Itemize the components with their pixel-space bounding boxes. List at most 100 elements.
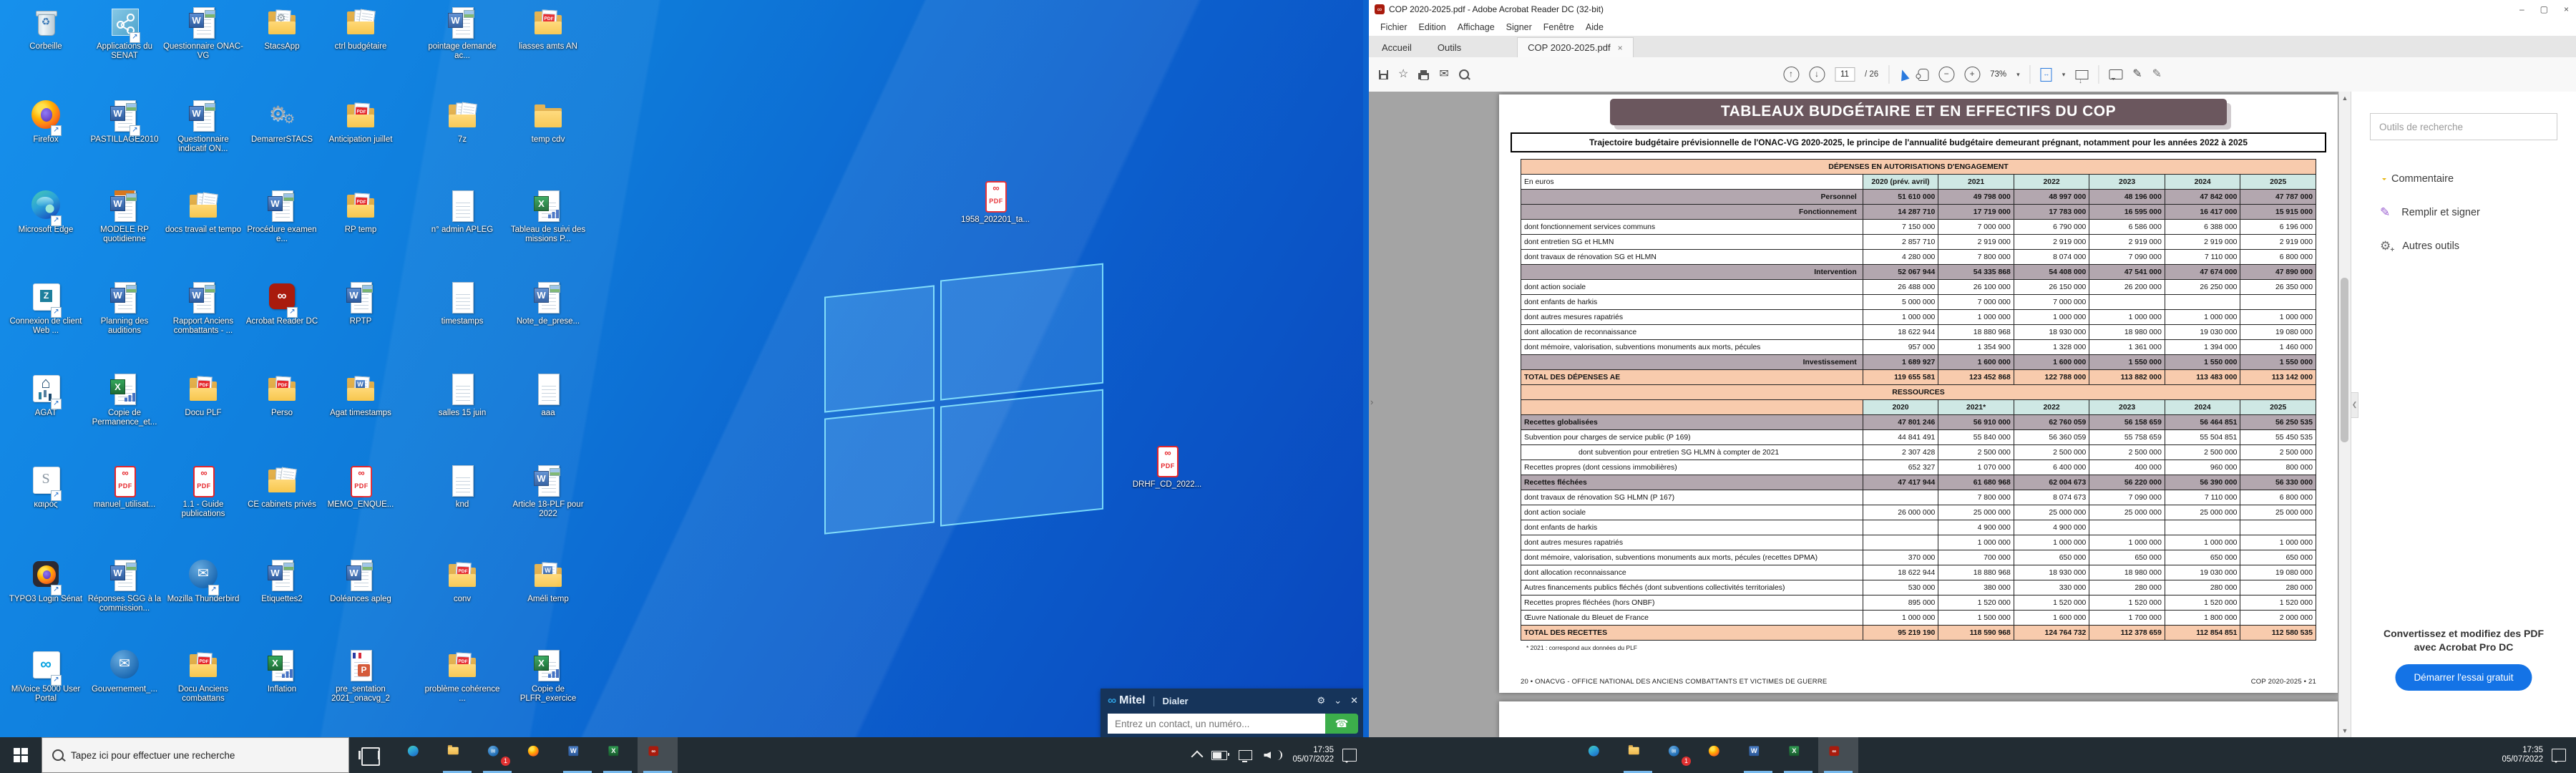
taskbar-thunderbird-icon[interactable]: ✉1	[1658, 737, 1698, 773]
page-number-input[interactable]: 11	[1835, 67, 1855, 82]
fit-dropdown-icon[interactable]: ▾	[2062, 71, 2066, 79]
desktop-icon[interactable]: ⚙⚙DemarrerSTACS	[242, 99, 322, 145]
zoom-in-icon[interactable]: +	[1964, 67, 1980, 82]
find-icon[interactable]	[1459, 69, 1469, 79]
taskbar-word-icon[interactable]: W	[1738, 737, 1778, 773]
taskbar-search-input[interactable]: Tapez ici pour effectuer une recherche	[42, 737, 349, 773]
acrobat-titlebar[interactable]: ∞ COP 2020-2025.pdf - Adobe Acrobat Read…	[1369, 0, 2576, 19]
desktop-icon[interactable]: WAméli temp	[508, 558, 588, 604]
desktop-icon[interactable]: WRéponses SGG à la commission...	[84, 558, 165, 613]
menu-item[interactable]: Fenêtre	[1543, 22, 1574, 32]
desktop-icon[interactable]: XCopie de PLFR_exercice	[508, 648, 588, 704]
taskbar-acrobat-icon[interactable]: ∞	[638, 737, 678, 773]
desktop-icon[interactable]: XInflation	[242, 648, 322, 694]
desktop-icon[interactable]: WPlanning des auditions	[84, 281, 165, 336]
desktop-icon[interactable]: PDFliasses amts AN	[508, 6, 588, 52]
nav-pane-toggle-icon[interactable]: ›	[1370, 397, 1373, 407]
desktop-icon[interactable]: n° admin APLEG	[422, 189, 502, 235]
clock[interactable]: 17:3505/07/2022	[1292, 746, 1334, 764]
desktop-icon[interactable]: PDFAnticipation juillet	[321, 99, 401, 145]
desktop-icon[interactable]: W↗PASTILLAGE2010	[84, 99, 165, 145]
close-button[interactable]: ×	[2564, 4, 2569, 14]
taskbar-firefox-icon[interactable]	[1698, 737, 1738, 773]
start-trial-button[interactable]: Démarrer l'essai gratuit	[2395, 664, 2532, 691]
menu-item[interactable]: Affichage	[1458, 22, 1495, 32]
desktop-icon[interactable]: ↗TYPO3 Login Sénat	[6, 558, 86, 604]
desktop-icon[interactable]: ∞PDFDRHF_CD_2022...	[1127, 444, 1207, 490]
taskbar-acrobat-icon[interactable]: ∞	[1818, 737, 1858, 773]
desktop-icon[interactable]: CE cabinets privés	[242, 464, 322, 510]
clock-2[interactable]: 17:3505/07/2022	[2502, 746, 2543, 764]
desktop-icon[interactable]: ↗Microsoft Edge	[6, 189, 86, 235]
menu-item[interactable]: Aide	[1586, 22, 1604, 32]
zoom-dropdown-icon[interactable]: ▾	[2016, 71, 2020, 79]
hand-tool-icon[interactable]	[1918, 69, 1928, 81]
desktop-icon[interactable]: WArticle 18-PLF pour 2022	[508, 464, 588, 519]
taskbar-edge-icon[interactable]	[397, 737, 437, 773]
desktop-icon[interactable]: XTableau de suivi des missions P...	[508, 189, 588, 244]
scroll-up-icon[interactable]: ▲	[2339, 94, 2351, 102]
desktop-icon[interactable]: WQuestionnaire ONAC-VG	[163, 6, 243, 61]
comment-tool-icon[interactable]	[2109, 69, 2122, 79]
print-icon[interactable]	[1418, 73, 1429, 79]
star-favorites-icon[interactable]: ☆	[1398, 69, 1408, 80]
taskbar-firefox-icon[interactable]	[517, 737, 557, 773]
desktop-icon[interactable]: WRPTP	[321, 281, 401, 326]
desktop-icon[interactable]: PDFDocu Anciens combattans	[163, 648, 243, 704]
desktop-icon[interactable]: WEtiquettes2	[242, 558, 322, 604]
desktop-icon[interactable]: WProcédure examen e...	[242, 189, 322, 244]
desktop-icon[interactable]: PDFconv	[422, 558, 502, 604]
signature-icon[interactable]: ✎	[2152, 69, 2162, 80]
desktop-icon[interactable]: WDoléances apleg	[321, 558, 401, 604]
desktop-icon[interactable]: aaa	[508, 372, 588, 418]
desktop-icon[interactable]: PDFDocu PLF	[163, 372, 243, 418]
mitel-collapse-icon[interactable]: ⌄	[1334, 695, 1342, 706]
desktop-icon[interactable]: temp cdv	[508, 99, 588, 145]
tab-accueil[interactable]: Accueil	[1369, 38, 1425, 57]
desktop-icon[interactable]: PDFRP temp	[321, 189, 401, 235]
desktop-icon[interactable]: ⚙StacsApp	[242, 6, 322, 52]
desktop-icon[interactable]: Z↗Connexion de client Web ...	[6, 281, 86, 336]
network-icon[interactable]	[1239, 750, 1252, 760]
taskbar-excel-icon[interactable]: X	[597, 737, 638, 773]
speaker-icon[interactable]	[1264, 752, 1271, 759]
task-view-icon[interactable]	[361, 747, 380, 766]
taskbar-edge-icon[interactable]	[1578, 737, 1618, 773]
mitel-settings-icon[interactable]: ⚙	[1317, 695, 1326, 706]
desktop-icon[interactable]: PDFproblème cohérence ...	[422, 648, 502, 704]
desktop-icon[interactable]: ∞↗Acrobat Reader DC	[242, 281, 322, 326]
vertical-scrollbar[interactable]: ▲ ▼	[2338, 92, 2351, 737]
previous-page-icon[interactable]: ↑	[1783, 67, 1799, 82]
fill-sign-pencil-icon[interactable]: ✎	[2132, 69, 2142, 80]
desktop-icon[interactable]: ✉↗Mozilla Thunderbird	[163, 558, 243, 604]
mitel-close-icon[interactable]: ✕	[1350, 695, 1358, 706]
desktop-icon[interactable]: ∞PDFmanuel_utilisat...	[84, 464, 165, 510]
email-icon[interactable]: ✉	[1439, 69, 1448, 80]
menu-item[interactable]: Signer	[1506, 22, 1532, 32]
panel-collapse-icon[interactable]: ❮	[2351, 392, 2358, 418]
start-button[interactable]	[0, 737, 42, 773]
zoom-out-icon[interactable]: −	[1938, 67, 1954, 82]
desktop-icon[interactable]: WNote_de_prese...	[508, 281, 588, 326]
desktop-icon[interactable]: Ppre_sentation 2021_onacvg_2	[321, 648, 401, 704]
desktop-icon[interactable]: ∞PDF1958_202201_ta...	[955, 179, 1035, 225]
maximize-button[interactable]: ▢	[2540, 4, 2548, 14]
select-tool-icon[interactable]	[1898, 68, 1909, 81]
tab-document[interactable]: COP 2020-2025.pdf ×	[1517, 37, 1633, 57]
tools-search-input[interactable]: Outils de recherche	[2370, 113, 2557, 140]
desktop-icon[interactable]: WMODELE RP quotidienne	[84, 189, 165, 244]
desktop-icon[interactable]: S↗καιρός	[6, 464, 86, 510]
panel-item[interactable]: ⚙Autres outils	[2351, 229, 2576, 263]
desktop-icon[interactable]: ↗Applications du SENAT	[84, 6, 165, 61]
next-page-icon[interactable]: ↓	[1809, 67, 1825, 82]
scrollbar-thumb[interactable]	[2341, 278, 2348, 442]
panel-item[interactable]: Commentaire	[2351, 162, 2576, 195]
desktop-icon[interactable]: ♻Corbeille	[6, 6, 86, 52]
fit-width-icon[interactable]: ↔	[2041, 68, 2052, 82]
desktop-icon[interactable]: docs travail et tempo	[163, 189, 243, 235]
taskbar-explorer-icon[interactable]	[1618, 737, 1658, 773]
desktop-icon[interactable]: ∞↗MiVoice 5000 User Portal	[6, 648, 86, 704]
desktop-icon[interactable]: WQuestionnaire indicatif ON...	[163, 99, 243, 154]
mitel-contact-input[interactable]	[1108, 714, 1325, 734]
desktop-icon[interactable]: XCopie de Permanence_et...	[84, 372, 165, 427]
